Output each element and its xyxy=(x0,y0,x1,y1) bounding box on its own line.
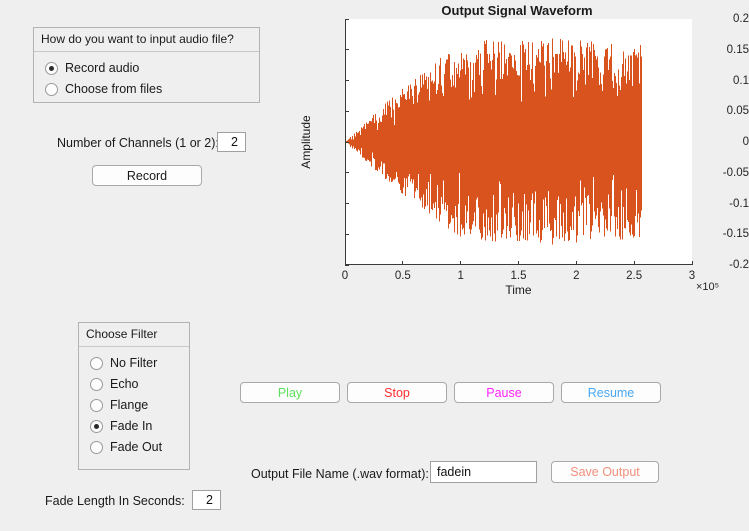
x-tick-label: 1 xyxy=(457,270,464,282)
y-tick-label: 0.15 xyxy=(726,43,749,56)
y-tick-label: -0.15 xyxy=(722,228,749,241)
radio-indicator-icon xyxy=(90,357,103,370)
x-tick-label: 0 xyxy=(341,270,349,282)
radio-indicator-icon xyxy=(90,378,103,391)
input-method-panel: How do you want to input audio file? Rec… xyxy=(33,27,260,103)
y-tick-mark xyxy=(345,80,349,81)
x-tick-label: 2.5 xyxy=(626,270,643,282)
x-tick-mark xyxy=(344,261,346,265)
y-tick-mark xyxy=(345,18,349,20)
radio-no-filter[interactable]: No Filter xyxy=(79,353,189,374)
y-tick-mark xyxy=(345,49,349,51)
radio-choose-from-files[interactable]: Choose from files xyxy=(34,79,259,100)
y-axis-label: Amplitude xyxy=(299,115,313,169)
y-tick-label: 0 xyxy=(742,136,749,148)
radio-label: Fade In xyxy=(110,419,153,434)
radio-indicator-icon xyxy=(90,399,103,412)
radio-label: Flange xyxy=(110,398,149,413)
y-tick-mark xyxy=(345,141,349,143)
chart-title: Output Signal Waveform xyxy=(441,3,593,18)
y-tick-label: 0.2 xyxy=(733,13,749,25)
output-file-label: Output File Name (.wav format): xyxy=(251,467,429,481)
x-tick-label: 3 xyxy=(688,270,696,282)
radio-indicator-icon xyxy=(45,62,58,75)
x-tick-label: 1.5 xyxy=(510,270,527,282)
x-tick-mark xyxy=(691,261,693,265)
y-tick-label: 0.05 xyxy=(726,105,749,118)
channels-input[interactable]: 2 xyxy=(217,132,246,152)
radio-fade-out[interactable]: Fade Out xyxy=(79,437,189,458)
y-tick-label: -0.1 xyxy=(729,197,749,210)
input-method-options: Record audio Choose from files xyxy=(34,52,259,100)
x-axis-exponent: ×10⁵ xyxy=(696,281,720,293)
plot-area xyxy=(345,19,692,265)
x-tick-mark xyxy=(575,261,577,265)
output-file-input[interactable]: fadein xyxy=(430,461,537,483)
radio-label: Echo xyxy=(110,377,139,392)
radio-record-audio[interactable]: Record audio xyxy=(34,58,259,79)
y-tick-label: -0.05 xyxy=(722,166,749,179)
input-method-panel-title: How do you want to input audio file? xyxy=(34,28,259,52)
radio-indicator-icon xyxy=(90,441,103,454)
radio-label: No Filter xyxy=(110,356,158,371)
x-tick-label: 0.5 xyxy=(394,270,411,282)
play-button[interactable]: Play xyxy=(240,382,340,403)
radio-label: Record audio xyxy=(65,61,140,76)
x-tick-mark xyxy=(633,261,635,265)
pause-button[interactable]: Pause xyxy=(454,382,554,403)
y-tick-mark xyxy=(345,110,349,112)
fade-length-label: Fade Length In Seconds: xyxy=(45,494,185,508)
radio-fade-in[interactable]: Fade In xyxy=(79,416,189,437)
x-axis-label: Time xyxy=(505,283,532,297)
resume-button[interactable]: Resume xyxy=(561,382,661,403)
filter-panel-title: Choose Filter xyxy=(79,323,189,347)
filter-options: No Filter Echo Flange Fade In Fade Out xyxy=(79,347,189,458)
filter-panel: Choose Filter No Filter Echo Flange Fade… xyxy=(78,322,190,470)
channels-label: Number of Channels (1 or 2): xyxy=(57,136,219,150)
radio-label: Choose from files xyxy=(65,82,163,97)
radio-label: Fade Out xyxy=(110,440,163,455)
fade-length-input[interactable]: 2 xyxy=(192,490,221,510)
radio-flange[interactable]: Flange xyxy=(79,395,189,416)
x-tick-mark xyxy=(402,261,404,265)
x-tick-mark xyxy=(518,261,519,265)
y-tick-mark xyxy=(345,203,349,204)
y-tick-mark xyxy=(345,264,349,266)
record-button[interactable]: Record xyxy=(92,165,202,186)
waveform-series xyxy=(346,38,642,245)
y-tick-mark xyxy=(345,233,349,235)
x-tick-mark xyxy=(460,261,462,265)
radio-indicator-icon xyxy=(45,83,58,96)
radio-echo[interactable]: Echo xyxy=(79,374,189,395)
y-tick-mark xyxy=(345,172,349,174)
save-output-button[interactable]: Save Output xyxy=(551,461,659,483)
y-tick-label: -0.2 xyxy=(729,259,749,271)
y-tick-label: 0.1 xyxy=(733,74,749,87)
radio-indicator-icon xyxy=(90,420,103,433)
x-tick-label: 2 xyxy=(573,270,580,282)
stop-button[interactable]: Stop xyxy=(347,382,447,403)
output-waveform-chart: Output Signal Waveform -0.2 -0.15 -0.1 -0.0… xyxy=(285,0,749,310)
